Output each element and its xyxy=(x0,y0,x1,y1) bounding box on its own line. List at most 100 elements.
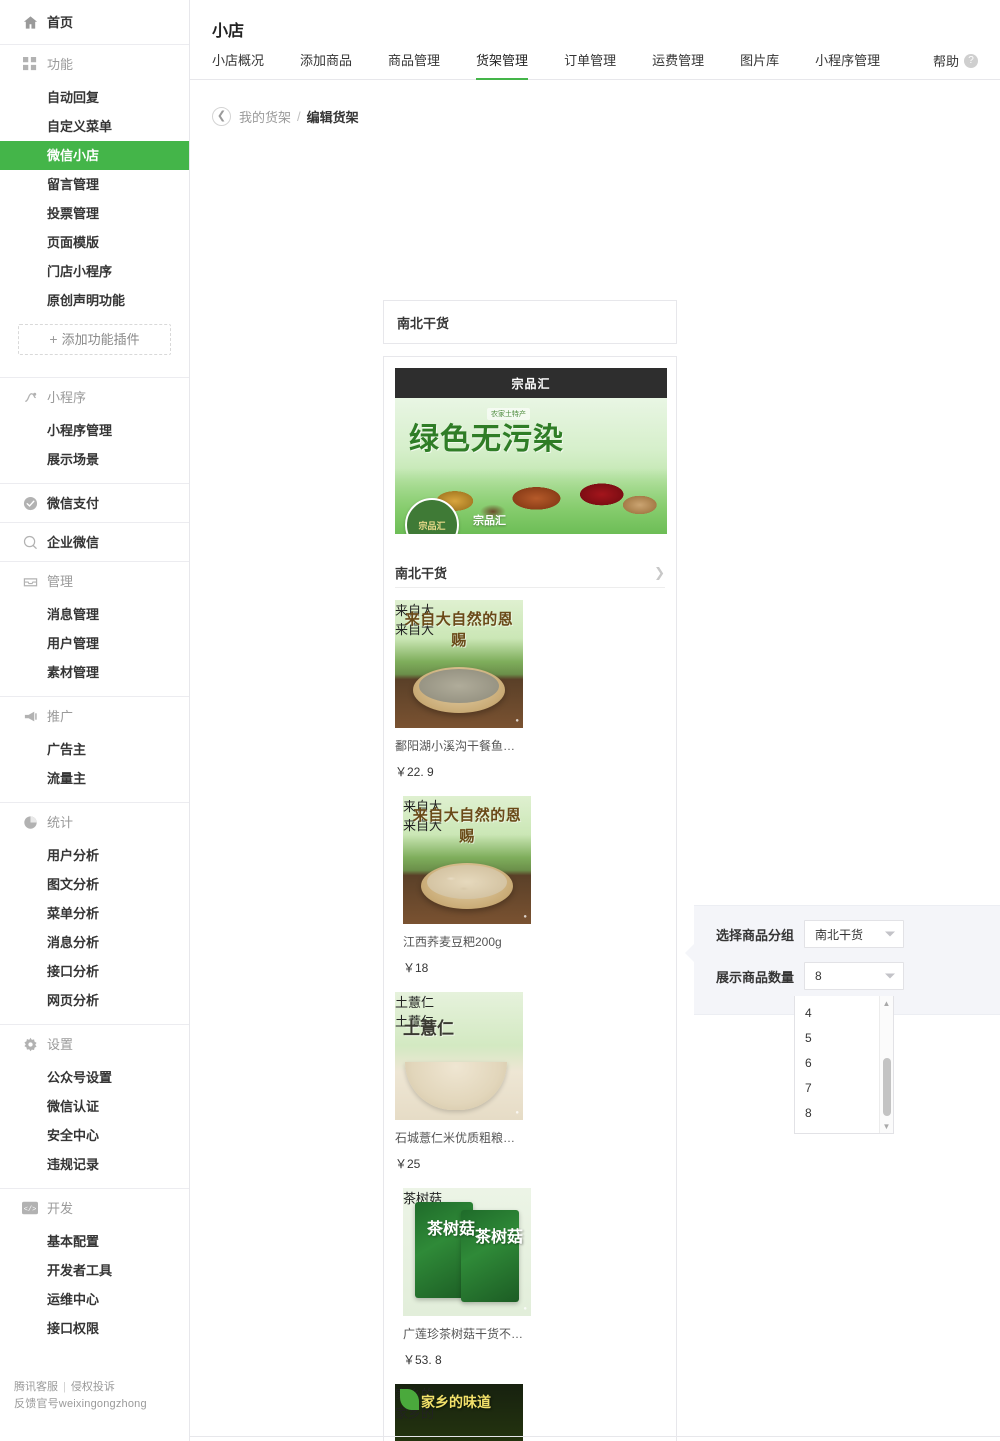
sidebar-section-header-8: 设置 xyxy=(0,1025,189,1063)
help-link[interactable]: 帮助 ? xyxy=(933,51,978,79)
product-image: 茶树菇 茶树菇 茶树菇 ● xyxy=(403,1188,531,1316)
product-image-headline: 家乡的味道 xyxy=(421,1394,491,1410)
sidebar-section-header-0[interactable]: 首页 xyxy=(0,0,189,44)
help-label: 帮助 xyxy=(932,54,959,69)
product-watermark: ● xyxy=(515,1110,519,1116)
sidebar-item-5-0[interactable]: 消息管理 xyxy=(0,600,189,629)
dropdown-scrollbar[interactable]: ▲ ▼ xyxy=(879,996,893,1133)
sidebar-item-2-1[interactable]: 展示场景 xyxy=(0,445,189,474)
sidebar-item-1-0[interactable]: 自动回复 xyxy=(0,83,189,112)
sidebar: 首页功能 自动回复 自定义菜单 微信小店 留言管理 投票管理 页面模版 门店小程序 原创声明功能… xyxy=(0,0,190,1441)
triangle-down-icon[interactable]: ▼ xyxy=(880,1119,893,1133)
shelf-name-field[interactable] xyxy=(383,300,677,344)
product-watermark: ● xyxy=(523,914,527,920)
count-select-label: 展示商品数量 xyxy=(716,969,795,985)
product-price: ￥53. 8 xyxy=(403,1353,442,1367)
product-cell[interactable]: 来自大自然的恩赐 来自大 来自大 ● 江西荞麦豆粑200g ￥18 xyxy=(395,796,531,992)
sidebar-section-header-1: 功能 xyxy=(0,45,189,83)
sidebar-item-5-1[interactable]: 用户管理 xyxy=(0,629,189,658)
footer-link-customer-service[interactable]: 腾讯客服 xyxy=(14,1381,58,1393)
product-cell[interactable]: 家乡的味道家乡的家乡的●赣江缘米粉正宗石城特…￥40. 8 xyxy=(395,1384,531,1441)
tab-0[interactable]: 小店概况 xyxy=(212,50,264,80)
preview-group-row[interactable]: 南北干货 ❯ xyxy=(395,558,665,588)
sidebar-item-1-6[interactable]: 门店小程序 xyxy=(0,257,189,286)
tab-bar: 小店概况 添加商品 商品管理 货架管理 订单管理 运费管理 图片库 小程序管理 帮助 ? xyxy=(190,44,1000,80)
add-plugin-button[interactable]: + 添加功能插件 xyxy=(18,324,171,355)
preview-group-label: 南北干货 xyxy=(395,566,448,581)
sidebar-item-1-3[interactable]: 留言管理 xyxy=(0,170,189,199)
product-group-select[interactable]: 南北干货 xyxy=(804,920,904,948)
tab-2[interactable]: 商品管理 xyxy=(388,50,440,80)
chevron-down-icon xyxy=(885,973,895,979)
sidebar-item-8-1[interactable]: 微信认证 xyxy=(0,1092,189,1121)
sidebar-item-6-0[interactable]: 广告主 xyxy=(0,735,189,764)
product-art-bagtext-1: 土薏仁 xyxy=(395,995,435,1010)
chevron-left-icon[interactable]: ❮ xyxy=(212,107,231,126)
scrollbar-thumb[interactable] xyxy=(883,1058,891,1116)
display-count-dropdown[interactable]: 45678 ▲ ▼ xyxy=(794,996,894,1134)
sidebar-item-7-0[interactable]: 用户分析 xyxy=(0,841,189,870)
sidebar-item-7-1[interactable]: 图文分析 xyxy=(0,870,189,899)
page-title: 小店 xyxy=(212,23,245,40)
triangle-up-icon[interactable]: ▲ xyxy=(880,996,893,1010)
product-cell[interactable]: 茶树菇 茶树菇 茶树菇 ● 广莲珍茶树菇干货不开… ￥53. 8 xyxy=(395,1188,531,1384)
product-title: 广莲珍茶树菇干货不开… xyxy=(403,1327,531,1341)
sidebar-item-7-3[interactable]: 消息分析 xyxy=(0,928,189,957)
group-select-row: 选择商品分组 南北干货 xyxy=(694,906,1000,948)
banner-headline: 绿色无污染 xyxy=(409,423,564,456)
sidebar-item-8-0[interactable]: 公众号设置 xyxy=(0,1063,189,1092)
sidebar-item-9-0[interactable]: 基本配置 xyxy=(0,1227,189,1256)
product-cell[interactable]: 来自大自然的恩赐 来自大 来自大 ● 鄱阳湖小溪沟干餐鱼（… ￥22. 9 xyxy=(395,600,531,796)
sidebar-item-7-2[interactable]: 菜单分析 xyxy=(0,899,189,928)
sidebar-item-5-2[interactable]: 素材管理 xyxy=(0,658,189,687)
panel-pointer xyxy=(685,944,694,962)
product-price: ￥18 xyxy=(403,961,429,975)
sidebar-item-9-2[interactable]: 运维中心 xyxy=(0,1285,189,1314)
footer-feedback-account: 反馈官号weixingongzhong xyxy=(14,1398,147,1410)
sidebar-section-label: 首页 xyxy=(47,14,74,30)
sidebar-section-5: 管理 消息管理 用户管理 素材管理 xyxy=(0,562,189,697)
sidebar-item-6-1[interactable]: 流量主 xyxy=(0,764,189,793)
sidebar-section-label: 小程序 xyxy=(47,389,87,405)
product-image-headline: 来自大自然的恩赐 xyxy=(412,807,522,845)
sidebar-item-1-5[interactable]: 页面模版 xyxy=(0,228,189,257)
sidebar-item-8-2[interactable]: 安全中心 xyxy=(0,1121,189,1150)
product-grid: 来自大自然的恩赐 来自大 来自大 ● 鄱阳湖小溪沟干餐鱼（… ￥22. 9 来自大自然的恩赐… xyxy=(395,588,665,1441)
tab-6[interactable]: 图片库 xyxy=(740,50,779,80)
product-price: ￥22. 9 xyxy=(395,765,434,779)
banner-image: 农家土特产 绿色无污染 宗品汇 宗品汇 xyxy=(395,398,667,534)
sidebar-section-header-4[interactable]: 企业微信 xyxy=(0,523,189,561)
product-image: 来自大自然的恩赐 来自大 来自大 ● xyxy=(403,796,531,924)
sidebar-section-8: 设置 公众号设置 微信认证 安全中心 违规记录 xyxy=(0,1025,189,1189)
sidebar-item-7-5[interactable]: 网页分析 xyxy=(0,986,189,1015)
display-count-select[interactable]: 8 xyxy=(804,962,904,990)
sidebar-item-2-0[interactable]: 小程序管理 xyxy=(0,416,189,445)
sidebar-item-9-1[interactable]: 开发者工具 xyxy=(0,1256,189,1285)
product-art-items xyxy=(427,865,507,900)
footer-link-complaint[interactable]: 侵权投诉 xyxy=(71,1381,115,1393)
tab-4[interactable]: 订单管理 xyxy=(564,50,616,80)
tab-7[interactable]: 小程序管理 xyxy=(815,50,880,80)
breadcrumb-parent[interactable]: 我的货架 xyxy=(239,107,291,126)
gear-icon xyxy=(22,1036,38,1052)
work-icon xyxy=(22,534,38,550)
sidebar-item-1-7[interactable]: 原创声明功能 xyxy=(0,286,189,315)
tab-3[interactable]: 货架管理 xyxy=(476,50,529,80)
sidebar-item-1-1[interactable]: 自定义菜单 xyxy=(0,112,189,141)
grid-icon xyxy=(22,56,38,72)
shelf-preview-card: 宗品汇 农家土特产 绿色无污染 宗品汇 宗品汇 南北干货 ❯ 来自大自然的恩赐来… xyxy=(383,356,677,1441)
sidebar-item-1-4[interactable]: 投票管理 xyxy=(0,199,189,228)
product-cell[interactable]: 土薏仁 土薏仁 土薏仁 ● 石城薏仁米优质粗粮土… ￥25 xyxy=(395,992,531,1188)
sidebar-section-label: 企业微信 xyxy=(47,534,100,550)
sidebar-item-8-3[interactable]: 违规记录 xyxy=(0,1150,189,1179)
tab-5[interactable]: 运费管理 xyxy=(652,50,704,80)
megaphone-icon xyxy=(22,708,38,724)
question-circle-icon: ? xyxy=(964,53,978,68)
tab-1[interactable]: 添加商品 xyxy=(300,50,352,80)
shelf-name-input[interactable] xyxy=(397,314,676,330)
sidebar-section-header-3[interactable]: 微信支付 xyxy=(0,484,189,522)
sidebar-item-1-2[interactable]: 微信小店 xyxy=(0,141,189,170)
sidebar-item-7-4[interactable]: 接口分析 xyxy=(0,957,189,986)
product-title: 石城薏仁米优质粗粮土… xyxy=(395,1131,523,1145)
sidebar-item-9-3[interactable]: 接口权限 xyxy=(0,1314,189,1343)
